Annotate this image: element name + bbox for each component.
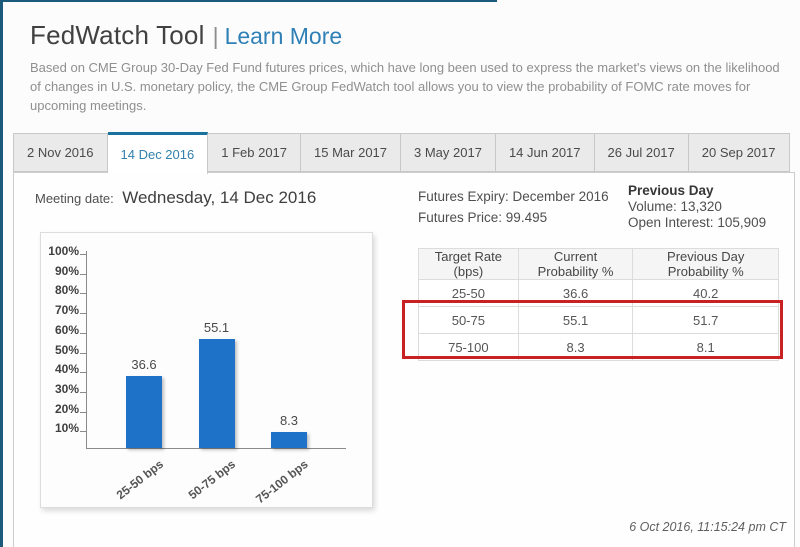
table-cell: 51.7 bbox=[632, 306, 779, 334]
window-top-border bbox=[0, 0, 497, 2]
open-interest-value: 105,909 bbox=[717, 215, 767, 230]
tab-20-sep-2017[interactable]: 20 Sep 2017 bbox=[688, 133, 790, 172]
y-tick-mark bbox=[80, 391, 86, 393]
table-row-25-50: 25-50 36.6 40.2 bbox=[418, 279, 779, 307]
y-tick-mark bbox=[80, 372, 86, 374]
probability-chart: 10% 20% 30% 40% 50% 60% 70% 80% 90% 100% 36.6 25-50… bbox=[40, 232, 373, 508]
probability-table-body: 25-50 36.6 40.2 50-75 55.1 51.7 75-100 8.3 8.1 bbox=[418, 279, 779, 361]
page-title: FedWatch Tool bbox=[30, 20, 205, 50]
tab-26-jul-2017[interactable]: 26 Jul 2017 bbox=[594, 133, 689, 172]
y-axis-line bbox=[86, 251, 87, 448]
y-tick-label: 80% bbox=[54, 283, 79, 298]
y-tick-mark bbox=[80, 254, 86, 255]
probability-table: Target Rate (bps) Current Probability % Pr… bbox=[418, 248, 779, 361]
table-cell: 55.1 bbox=[517, 306, 634, 334]
bar-value-label: 8.3 bbox=[279, 412, 299, 428]
y-tick-label: 10% bbox=[54, 421, 79, 436]
table-cell: 50-75 bbox=[418, 306, 519, 334]
bar-50-75-bps[interactable] bbox=[198, 339, 235, 448]
futures-expiry-value: December 2016 bbox=[512, 189, 609, 204]
tab-15-mar-2017[interactable]: 15 Mar 2017 bbox=[301, 133, 402, 172]
tab-14-jun-2017[interactable]: 14 Jun 2017 bbox=[495, 133, 595, 172]
bar-value-label: 36.6 bbox=[131, 356, 157, 372]
volume-label: Volume: bbox=[628, 199, 677, 214]
table-cell: 8.3 bbox=[517, 333, 634, 361]
y-tick-label: 30% bbox=[54, 381, 79, 396]
title-row: FedWatch Tool | Learn More bbox=[30, 20, 342, 51]
futures-info: Futures Expiry: December 2016 Futures Pr… bbox=[418, 186, 609, 228]
previous-day-info: Previous Day Volume: 13,320 Open Interes… bbox=[628, 183, 766, 231]
y-tick-mark bbox=[80, 352, 86, 354]
meeting-date: Meeting date: Wednesday, 14 Dec 2016 bbox=[35, 188, 316, 208]
table-cell: 75-100 bbox=[418, 333, 519, 361]
y-tick-mark bbox=[80, 332, 86, 334]
y-tick-mark bbox=[80, 431, 86, 433]
y-tick-mark bbox=[80, 293, 86, 295]
tab-2-nov-2016[interactable]: 2 Nov 2016 bbox=[13, 133, 108, 172]
page-description: Based on CME Group 30-Day Fed Fund futur… bbox=[30, 60, 780, 113]
bar-value-label: 55.1 bbox=[203, 320, 230, 336]
tab-14-dec-2016[interactable]: 14 Dec 2016 bbox=[107, 132, 209, 174]
y-tick-label: 70% bbox=[54, 303, 79, 318]
x-tick-label: 25-50 bps bbox=[113, 457, 166, 503]
tab-3-may-2017[interactable]: 3 May 2017 bbox=[401, 133, 496, 172]
meeting-date-value: Wednesday, 14 Dec 2016 bbox=[122, 188, 317, 207]
x-axis-line bbox=[86, 448, 346, 449]
learn-more-link[interactable]: Learn More bbox=[225, 23, 343, 49]
title-separator: | bbox=[212, 23, 219, 49]
tab-1-feb-2017[interactable]: 1 Feb 2017 bbox=[208, 133, 302, 172]
previous-day-open-interest-line: Open Interest: 105,909 bbox=[628, 215, 766, 231]
open-interest-label: Open Interest: bbox=[628, 215, 714, 230]
y-tick-label: 50% bbox=[54, 342, 79, 357]
timestamp: 6 Oct 2016, 11:15:24 pm CT bbox=[629, 520, 786, 534]
column-header-current-probability-: Current Probability % bbox=[517, 248, 634, 280]
volume-value: 13,320 bbox=[680, 199, 722, 214]
y-tick-label: 90% bbox=[54, 263, 79, 278]
futures-price-value: 99.495 bbox=[505, 210, 548, 225]
y-tick-mark bbox=[80, 411, 86, 413]
previous-day-title: Previous Day bbox=[628, 183, 714, 198]
fedwatch-page: FedWatch Tool | Learn More Based on CME Gr… bbox=[0, 0, 800, 547]
futures-price-label: Futures Price: bbox=[418, 210, 503, 225]
y-tick-label: 20% bbox=[54, 401, 79, 416]
meeting-date-label: Meeting date: bbox=[35, 191, 114, 206]
x-tick-label: 75-100 bps bbox=[253, 457, 311, 507]
table-cell: 36.6 bbox=[517, 279, 634, 307]
futures-price-line: Futures Price: 99.495 bbox=[418, 207, 609, 228]
previous-day-volume-line: Volume: 13,320 bbox=[628, 199, 766, 215]
table-row-50-75: 50-75 55.1 51.7 bbox=[418, 306, 779, 334]
y-tick-mark bbox=[80, 273, 86, 275]
column-header-target-rate-bps: Target Rate (bps) bbox=[418, 248, 519, 280]
header-row: Target Rate (bps) Current Probability % Pr… bbox=[418, 248, 779, 280]
y-tick-label: 100% bbox=[48, 244, 79, 258]
column-header-previous-day-probability-: Previous Day Probability % bbox=[632, 248, 779, 280]
probability-table-head: Target Rate (bps) Current Probability % Pr… bbox=[418, 248, 779, 280]
table-row-75-100: 75-100 8.3 8.1 bbox=[418, 333, 779, 361]
futures-expiry-line: Futures Expiry: December 2016 bbox=[418, 186, 609, 207]
bar-75-100-bps[interactable] bbox=[271, 431, 307, 448]
y-tick-label: 60% bbox=[54, 322, 79, 337]
table-cell: 40.2 bbox=[632, 279, 779, 307]
y-tick-mark bbox=[80, 313, 86, 315]
window-left-border bbox=[0, 0, 3, 547]
futures-expiry-label: Futures Expiry: bbox=[418, 189, 509, 204]
y-tick-label: 40% bbox=[54, 362, 79, 377]
table-cell: 25-50 bbox=[418, 279, 519, 307]
meeting-tabs: 2 Nov 2016 14 Dec 2016 1 Feb 2017 15 Mar 20… bbox=[13, 132, 790, 174]
bar-25-50-bps[interactable] bbox=[126, 375, 162, 448]
table-cell: 8.1 bbox=[632, 333, 779, 361]
x-tick-label: 50-75 bps bbox=[185, 457, 239, 503]
